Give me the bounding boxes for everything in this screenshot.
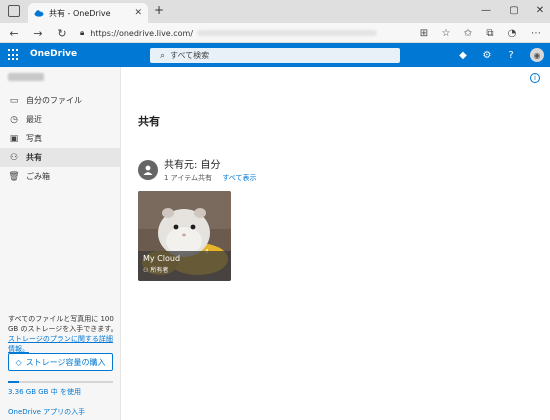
user-name-redacted	[8, 73, 44, 81]
url-path-redacted	[197, 30, 378, 36]
search-input[interactable]: ⌕ すべて検索	[150, 48, 400, 63]
browser-tab[interactable]: 共有 - OneDrive ✕	[28, 3, 148, 23]
diamond-icon: ◇	[15, 357, 22, 367]
people-icon: ⚇	[9, 152, 19, 163]
window-close-icon[interactable]: ✕	[532, 2, 548, 18]
storage-plans-link[interactable]: ストレージのプランに関する詳細情報。	[8, 334, 118, 354]
search-placeholder: すべて検索	[170, 51, 210, 60]
shared-item-count: 1 アイテム共有	[164, 174, 212, 182]
address-bar: ← → ↻ 🔒︎ https://onedrive.live.com/ ⊞ ☆ …	[0, 23, 550, 43]
buy-storage-label: ストレージ容量の購入	[25, 357, 106, 367]
search-icon: ⌕	[160, 50, 166, 61]
url-field[interactable]: 🔒︎ https://onedrive.live.com/	[80, 26, 410, 40]
favorite-star-icon[interactable]: ☆	[438, 25, 454, 41]
info-icon[interactable]: i	[530, 73, 540, 83]
account-avatar[interactable]: ◉	[530, 48, 544, 62]
browser-tab-strip: 共有 - OneDrive ✕ + — ▢ ✕	[0, 0, 550, 23]
tile-caption: My Cloud ⚇ 所有者	[138, 251, 231, 281]
sidebar-item-label: 最近	[26, 115, 42, 124]
apps-icon[interactable]: ⊞	[416, 25, 432, 41]
app-name[interactable]: OneDrive	[30, 49, 77, 59]
trash-icon: 🗑︎	[8, 171, 20, 182]
sharer-header: 共有元: 自分 1 アイテム共有 すべて表示	[138, 156, 256, 183]
new-tab-button[interactable]: +	[154, 3, 164, 17]
promo-text: すべてのファイルと写真用に 100 GB のストレージを入手できます。	[8, 315, 118, 333]
buy-storage-button[interactable]: ◇ ストレージ容量の購入	[8, 353, 113, 371]
forward-icon[interactable]: →	[30, 25, 46, 41]
sidebar-item-label: 共有	[26, 153, 42, 162]
sharer-title: 共有元: 自分	[164, 160, 221, 171]
sidebar-item-label: 写真	[26, 134, 42, 143]
lock-icon: 🔒︎	[80, 28, 85, 37]
help-icon[interactable]: ?	[504, 48, 518, 62]
premium-diamond-icon[interactable]: ◆	[456, 48, 470, 62]
favorites-icon[interactable]: ✩	[460, 25, 476, 41]
album-name: My Cloud	[143, 254, 181, 263]
app-launcher-icon[interactable]	[8, 49, 20, 61]
refresh-icon[interactable]: ↻	[54, 25, 70, 41]
collections-icon[interactable]: ⧉	[482, 25, 498, 41]
main-content: i 共有 共有元: 自分 1 アイテム共有 すべて表示 4	[121, 67, 550, 420]
sidebar-item-my-files[interactable]: ▭ 自分のファイル	[0, 91, 121, 110]
clock-icon: ◷	[10, 114, 18, 125]
storage-usage-text[interactable]: 3.36 GB GB 中 を使用	[8, 387, 81, 397]
person-icon	[138, 159, 158, 180]
photo-icon: ▣	[9, 133, 19, 144]
owner-label: 所有者	[150, 267, 169, 274]
sidebar-item-shared[interactable]: ⚇ 共有	[0, 148, 121, 167]
sidebar-item-label: ごみ箱	[26, 172, 50, 181]
shared-album-tile[interactable]: 4 My Cloud ⚇ 所有者	[138, 191, 231, 281]
sidebar-item-photos[interactable]: ▣ 写真	[0, 129, 121, 148]
profile-icon[interactable]: ◔	[504, 25, 520, 41]
storage-promo: すべてのファイルと写真用に 100 GB のストレージを入手できます。 ストレー…	[8, 314, 118, 354]
tab-title: 共有 - OneDrive	[49, 8, 111, 18]
page-title: 共有	[138, 115, 160, 128]
show-all-link[interactable]: すべて表示	[222, 174, 256, 182]
get-app-link[interactable]: OneDrive アプリの入手	[8, 407, 85, 417]
sidebar-item-label: 自分のファイル	[26, 96, 82, 105]
shared-people-icon: ⚇	[143, 267, 149, 274]
onedrive-header: OneDrive ⌕ すべて検索 ◆ ⚙ ? ◉	[0, 43, 550, 67]
tab-close-icon[interactable]: ✕	[134, 8, 142, 18]
tab-actions-icon[interactable]	[8, 5, 20, 17]
sidebar-nav: ▭ 自分のファイル ◷ 最近 ▣ 写真 ⚇ 共有 🗑︎ ごみ箱	[0, 91, 121, 186]
more-icon[interactable]: ⋯	[528, 25, 544, 41]
sidebar-item-recycle-bin[interactable]: 🗑︎ ごみ箱	[0, 167, 121, 186]
storage-usage-bar	[8, 381, 113, 383]
minimize-icon[interactable]: —	[478, 2, 494, 18]
back-icon[interactable]: ←	[6, 25, 22, 41]
storage-usage-fill	[8, 381, 19, 383]
sidebar-item-recent[interactable]: ◷ 最近	[0, 110, 121, 129]
onedrive-cloud-icon	[34, 8, 44, 18]
maximize-icon[interactable]: ▢	[506, 2, 522, 18]
settings-gear-icon[interactable]: ⚙	[480, 48, 494, 62]
url-host: https://onedrive.live.com/	[90, 28, 194, 38]
sidebar: ▭ 自分のファイル ◷ 最近 ▣ 写真 ⚇ 共有 🗑︎ ごみ箱 すべてのファイル…	[0, 67, 121, 420]
folder-icon: ▭	[9, 95, 19, 106]
